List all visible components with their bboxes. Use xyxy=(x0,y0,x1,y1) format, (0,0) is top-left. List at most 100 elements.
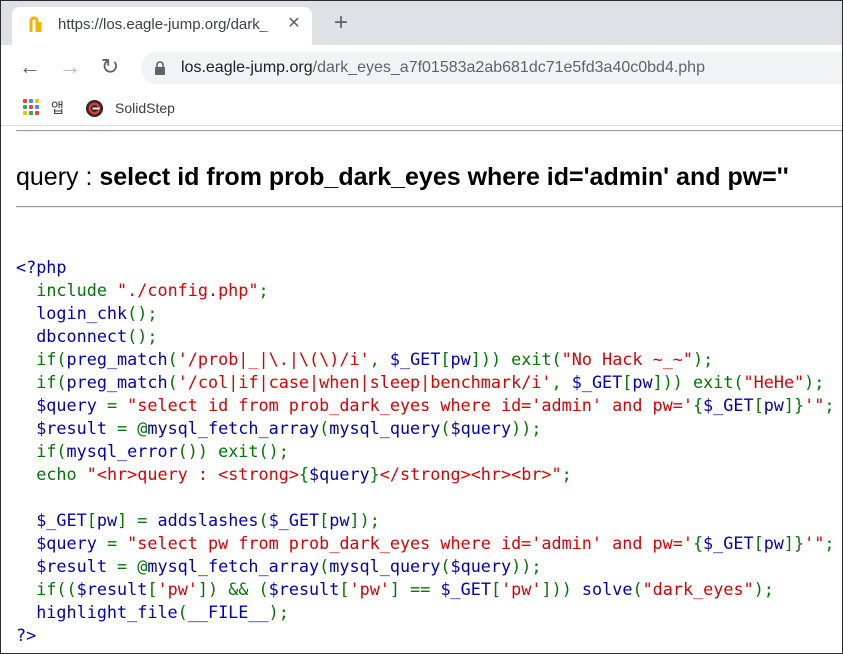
code-token: ); xyxy=(693,349,714,369)
code-token: pw xyxy=(763,533,784,553)
code-token: mysql_fetch_array xyxy=(147,556,320,576)
code-token: highlight_file xyxy=(16,602,178,622)
code-token: ); xyxy=(804,372,825,392)
code-token: $query xyxy=(16,533,107,553)
code-token: { xyxy=(692,395,704,415)
code-line: dbconnect(); xyxy=(16,325,834,348)
back-icon[interactable]: ← xyxy=(18,56,42,80)
forward-icon[interactable]: → xyxy=(58,56,82,80)
bookmark-solidstep[interactable]: SolidStep xyxy=(85,97,195,119)
code-token: login_chk xyxy=(16,303,128,323)
code-token: ( xyxy=(440,556,451,576)
code-token: $result xyxy=(16,418,118,438)
code-token: [ xyxy=(319,510,330,530)
code-token: </strong><hr><br>" xyxy=(379,464,562,484)
code-token: { xyxy=(298,464,310,484)
code-token: ])) xyxy=(541,579,582,599)
code-token: ( xyxy=(177,602,188,622)
new-tab-button[interactable]: + xyxy=(329,11,353,36)
apps-grid-icon xyxy=(23,99,41,117)
code-token: ( xyxy=(319,418,330,438)
url-host: los.eagle-jump.org xyxy=(181,59,313,76)
lock-icon[interactable] xyxy=(153,61,167,75)
code-token: = @ xyxy=(117,556,148,576)
code-token: pw xyxy=(763,395,784,415)
code-line: $_GET[pw] = addslashes($_GET[pw]); xyxy=(16,509,834,532)
code-token: pw xyxy=(96,510,118,530)
code-token: pw xyxy=(450,349,471,369)
code-token: (); xyxy=(127,303,158,323)
code-token: "dark_eyes" xyxy=(642,579,754,599)
code-line: $query = "select id from prob_dark_eyes … xyxy=(16,394,834,417)
code-token: include xyxy=(36,280,118,300)
bookmark-label: SolidStep xyxy=(115,100,175,116)
code-token: [ xyxy=(622,372,633,392)
code-token: dbconnect xyxy=(16,326,128,346)
code-token: [ xyxy=(490,579,502,599)
code-token: $_GET xyxy=(389,349,441,369)
code-token: $_GET xyxy=(703,395,754,415)
code-token: $_GET xyxy=(440,579,491,599)
code-token: __FILE__ xyxy=(187,602,269,622)
code-token: [ xyxy=(339,579,350,599)
tab-close-icon[interactable]: ✕ xyxy=(284,14,304,34)
code-token: , xyxy=(551,372,572,392)
browser-toolbar: ← → ↻ los.eagle-jump.org/dark_eyes_a7f01… xyxy=(1,45,842,91)
code-token: ( xyxy=(319,556,330,576)
query-output: query : select id from prob_dark_eyes wh… xyxy=(16,163,789,192)
code-line: if(($result['pw']) && ($result['pw'] == … xyxy=(16,578,834,601)
code-token: "select id from prob_dark_eyes where id=… xyxy=(127,395,693,415)
code-token: solve xyxy=(581,579,633,599)
code-token: [ xyxy=(440,349,451,369)
code-token: echo xyxy=(36,464,87,484)
code-token: ])) exit( xyxy=(470,349,562,369)
code-token: ])) exit( xyxy=(652,372,744,392)
url-path: /dark_eyes_a7f01583a2ab681dc71e5fd3a40c0… xyxy=(312,59,705,76)
code-token: '/col|if|case|when|sleep|benchmark/i' xyxy=(177,372,552,392)
solidstep-icon xyxy=(85,99,104,118)
bookmark-label: 앱 xyxy=(51,100,64,116)
code-token: , xyxy=(369,349,390,369)
code-line: echo "<hr>query : <strong>{$query}</stro… xyxy=(16,463,834,486)
code-token: '" xyxy=(804,533,825,553)
code-token: ; xyxy=(824,395,835,415)
bookmark-apps[interactable]: 앱 xyxy=(23,97,69,119)
code-token: ()) exit(); xyxy=(177,441,289,461)
code-token: if( xyxy=(36,441,67,461)
browser-window: https://los.eagle-jump.org/dark_ ✕ + ← →… xyxy=(0,0,843,654)
code-line: ?> xyxy=(16,624,834,647)
code-token: mysql_query xyxy=(329,556,441,576)
code-token: ]) && ( xyxy=(197,579,269,599)
url-text[interactable]: los.eagle-jump.org/dark_eyes_a7f01583a2a… xyxy=(181,59,705,77)
code-line: $query = "select pw from prob_dark_eyes … xyxy=(16,532,834,555)
code-line: login_chk(); xyxy=(16,302,834,325)
code-line: if(preg_match('/prob|_|\.|\(\)/i', $_GET… xyxy=(16,348,834,371)
code-line: <?php xyxy=(16,256,834,279)
code-token: preg_match xyxy=(66,349,168,369)
code-token: { xyxy=(692,533,704,553)
code-token: pw xyxy=(329,510,350,530)
code-token: mysql_fetch_array xyxy=(147,418,320,438)
code-token: ] = xyxy=(117,510,158,530)
code-token: = xyxy=(106,533,128,553)
code-token: $_GET xyxy=(571,372,623,392)
code-token: 'pw' xyxy=(157,579,198,599)
code-token: ( xyxy=(167,372,178,392)
code-token: $query xyxy=(450,418,512,438)
code-token: ]); xyxy=(349,510,380,530)
code-token: [ xyxy=(86,510,97,530)
code-token: ( xyxy=(167,349,178,369)
code-token: 'pw' xyxy=(349,579,390,599)
tab-strip: https://los.eagle-jump.org/dark_ ✕ + xyxy=(1,1,842,45)
code-line: if(preg_match('/col|if|case|when|sleep|b… xyxy=(16,371,834,394)
reload-icon[interactable]: ↻ xyxy=(98,56,122,80)
address-bar[interactable]: los.eagle-jump.org/dark_eyes_a7f01583a2a… xyxy=(141,52,842,84)
divider xyxy=(16,206,842,208)
code-token: $result xyxy=(16,556,118,576)
code-token: "select pw from prob_dark_eyes where id=… xyxy=(127,533,693,553)
browser-tab[interactable]: https://los.eagle-jump.org/dark_ ✕ xyxy=(12,7,312,45)
code-token: )); xyxy=(511,418,542,438)
query-label: query : xyxy=(16,163,100,191)
